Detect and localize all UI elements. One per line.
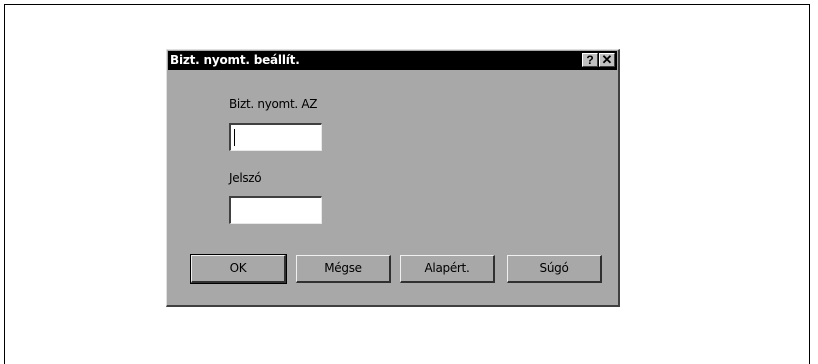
text-caret [234,129,235,146]
dialog-titlebar: Bizt. nyomt. beállít. ? ✕ [168,51,617,70]
password-label: Jelszó [229,171,262,185]
secure-print-id-input[interactable] [229,123,322,151]
secure-print-id-label: Bizt. nyomt. AZ [229,97,318,111]
close-icon[interactable]: ✕ [599,53,615,67]
ok-button[interactable]: OK [190,254,287,284]
secure-print-settings-dialog: Bizt. nyomt. beállít. ? ✕ Bizt. nyomt. A… [166,49,620,307]
cancel-button[interactable]: Mégse [296,255,391,283]
dialog-title: Bizt. nyomt. beállít. [170,53,300,67]
defaults-button[interactable]: Alapért. [400,255,495,283]
help-button[interactable]: Súgó [507,255,602,283]
help-icon[interactable]: ? [582,53,598,67]
password-input[interactable] [229,196,322,224]
